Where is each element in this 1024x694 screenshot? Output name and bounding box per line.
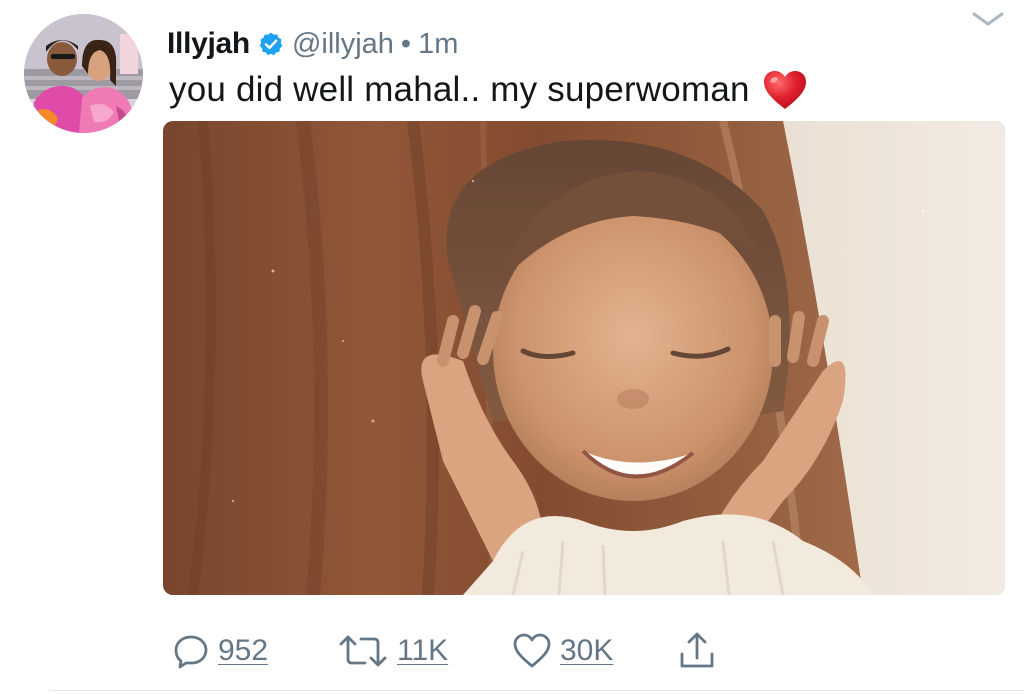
chevron-down-icon[interactable] (970, 6, 1006, 32)
avatar[interactable] (24, 14, 143, 133)
tweet-text: you did well mahal.. my superwoman (169, 70, 750, 109)
share-icon (677, 630, 717, 672)
like-count[interactable]: 30K (560, 634, 613, 668)
timestamp[interactable]: 1m (418, 28, 458, 61)
share-button[interactable] (677, 625, 717, 677)
verified-badge-icon (258, 31, 284, 57)
retweet-icon (337, 632, 389, 670)
tweet-media-photo[interactable] (163, 121, 1005, 595)
reply-button[interactable]: 952 (172, 625, 268, 677)
tweet-text-row: you did well mahal.. my superwoman (169, 66, 808, 114)
separator-dot: • (400, 27, 412, 60)
reply-icon (172, 632, 210, 670)
red-heart-emoji-icon (762, 69, 808, 111)
retweet-button[interactable]: 11K (337, 625, 448, 677)
handle[interactable]: @illyjah (292, 28, 394, 61)
divider (50, 690, 1024, 691)
tweet: Illyjah @illyjah • 1m you did well mahal… (0, 0, 1024, 694)
like-icon (512, 632, 552, 670)
retweet-count[interactable]: 11K (397, 634, 448, 668)
like-button[interactable]: 30K (512, 625, 613, 677)
display-name[interactable]: Illyjah (167, 27, 250, 61)
tweet-header: Illyjah @illyjah • 1m (167, 22, 458, 66)
tweet-actions: 952 11K 30K (172, 625, 732, 677)
reply-count[interactable]: 952 (218, 634, 268, 668)
